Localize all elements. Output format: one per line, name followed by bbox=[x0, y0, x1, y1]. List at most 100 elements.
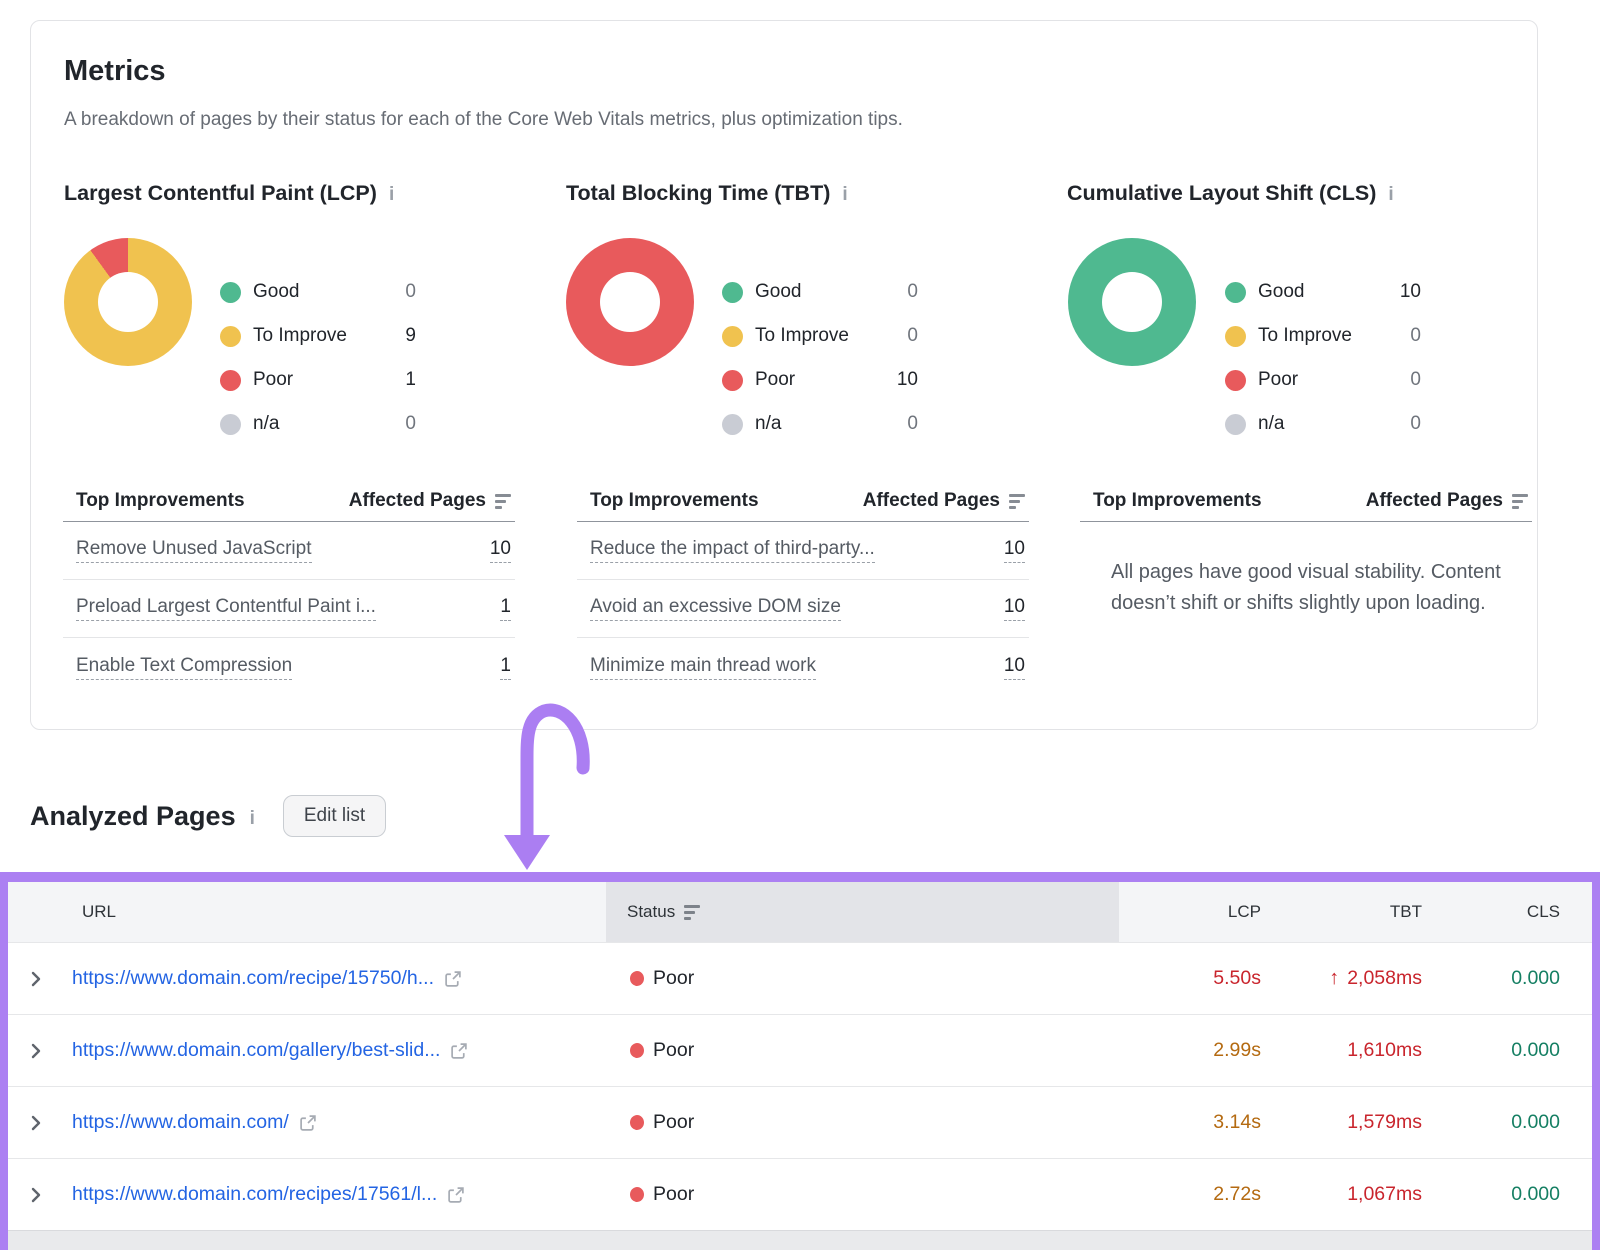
expand-chevron-icon[interactable] bbox=[30, 1185, 42, 1205]
legend-label: Poor bbox=[1258, 369, 1298, 391]
url-cell: https://www.domain.com/ bbox=[8, 1087, 606, 1158]
lcp-cell: 2.99s bbox=[1119, 1015, 1275, 1086]
info-icon[interactable]: i bbox=[842, 184, 847, 206]
na-dot-icon bbox=[220, 414, 241, 435]
improvement-row: Enable Text Compression 1 bbox=[63, 638, 515, 696]
expand-chevron-icon[interactable] bbox=[30, 969, 42, 989]
poor-status-dot-icon bbox=[630, 1115, 644, 1130]
table-row: https://www.domain.com/recipe/15750/h...… bbox=[8, 942, 1592, 1014]
legend-count: 10 bbox=[897, 369, 918, 391]
affected-count-link[interactable]: 10 bbox=[1004, 538, 1025, 563]
affected-count-link[interactable]: 10 bbox=[1004, 655, 1025, 680]
legend-label: To Improve bbox=[253, 325, 347, 347]
page-url-link[interactable]: https://www.domain.com/recipes/17561/l..… bbox=[72, 1183, 437, 1206]
good-dot-icon bbox=[722, 282, 743, 303]
cls-donut-chart bbox=[1068, 238, 1196, 366]
edit-list-button[interactable]: Edit list bbox=[283, 795, 386, 837]
legend-row-na: n/a0 bbox=[220, 402, 416, 446]
info-icon[interactable]: i bbox=[250, 808, 255, 830]
sort-desc-icon bbox=[684, 905, 700, 920]
improvement-row: Preload Largest Contentful Paint i... 1 bbox=[63, 580, 515, 638]
page-url-link[interactable]: https://www.domain.com/ bbox=[72, 1111, 289, 1134]
tbt-legend: Good0 To Improve 0 Poor 10 n/a 0 bbox=[722, 270, 918, 446]
external-link-icon[interactable] bbox=[447, 1186, 465, 1204]
poor-status-dot-icon bbox=[630, 971, 644, 986]
affected-pages-label: Affected Pages bbox=[349, 490, 486, 512]
improvement-link[interactable]: Preload Largest Contentful Paint i... bbox=[76, 596, 376, 621]
lcp-improvements: Top Improvements Affected Pages Remove U… bbox=[63, 481, 515, 696]
affected-count-link[interactable]: 1 bbox=[500, 596, 511, 621]
affected-pages-label: Affected Pages bbox=[1366, 490, 1503, 512]
affected-pages-sort[interactable]: Affected Pages bbox=[1366, 490, 1528, 512]
status-column-header[interactable]: Status bbox=[606, 882, 1119, 942]
expand-chevron-icon[interactable] bbox=[30, 1113, 42, 1133]
core-web-vitals-page: Metrics A breakdown of pages by their st… bbox=[0, 0, 1600, 1250]
expand-chevron-icon[interactable] bbox=[30, 1041, 42, 1061]
status-cell: Poor bbox=[606, 943, 1119, 1014]
external-link-icon[interactable] bbox=[444, 970, 462, 988]
improvement-row: Remove Unused JavaScript 10 bbox=[63, 522, 515, 580]
status-cell: Poor bbox=[606, 1159, 1119, 1230]
tbt-cell: ↑1,610ms bbox=[1275, 1015, 1436, 1086]
improvement-link[interactable]: Remove Unused JavaScript bbox=[76, 538, 312, 563]
tbt-improvements: Top Improvements Affected Pages Reduce t… bbox=[577, 481, 1029, 696]
lcp-column-header: LCP bbox=[1119, 882, 1275, 942]
status-text: Poor bbox=[653, 1111, 694, 1134]
legend-row-poor: Poor 10 bbox=[722, 358, 918, 402]
legend-label: Good bbox=[1258, 281, 1304, 303]
url-column-header: URL bbox=[8, 882, 606, 942]
affected-count-link[interactable]: 1 bbox=[500, 655, 511, 680]
lcp-legend: Good0 To Improve9 Poor1 n/a0 bbox=[220, 270, 416, 446]
improvement-link[interactable]: Avoid an excessive DOM size bbox=[590, 596, 841, 621]
cls-metric-title: Cumulative Layout Shift (CLS)i bbox=[1067, 181, 1394, 206]
page-url-link[interactable]: https://www.domain.com/gallery/best-slid… bbox=[72, 1039, 440, 1062]
table-scroll-strip[interactable] bbox=[8, 1230, 1592, 1250]
status-text: Poor bbox=[653, 967, 694, 990]
external-link-icon[interactable] bbox=[299, 1114, 317, 1132]
legend-label: n/a bbox=[253, 413, 279, 435]
top-improvements-label: Top Improvements bbox=[76, 490, 245, 512]
improvement-link[interactable]: Minimize main thread work bbox=[590, 655, 816, 680]
legend-count: 0 bbox=[907, 413, 918, 435]
improvement-link[interactable]: Enable Text Compression bbox=[76, 655, 292, 680]
improvement-row: Minimize main thread work 10 bbox=[577, 638, 1029, 696]
legend-label: To Improve bbox=[755, 325, 849, 347]
info-icon[interactable]: i bbox=[1388, 184, 1393, 206]
lcp-cell: 5.50s bbox=[1119, 943, 1275, 1014]
lcp-donut-chart bbox=[64, 238, 192, 366]
legend-label: Poor bbox=[755, 369, 795, 391]
cls-cell: 0.000 bbox=[1436, 1087, 1592, 1158]
cls-legend: Good10 To Improve0 Poor0 n/a0 bbox=[1225, 270, 1421, 446]
to-improve-dot-icon bbox=[1225, 326, 1246, 347]
legend-label: Poor bbox=[253, 369, 293, 391]
affected-pages-sort[interactable]: Affected Pages bbox=[349, 490, 511, 512]
legend-row-to-improve: To Improve0 bbox=[1225, 314, 1421, 358]
legend-count: 0 bbox=[1410, 413, 1421, 435]
affected-pages-sort[interactable]: Affected Pages bbox=[863, 490, 1025, 512]
improvement-link[interactable]: Reduce the impact of third-party... bbox=[590, 538, 875, 563]
good-dot-icon bbox=[1225, 282, 1246, 303]
na-dot-icon bbox=[722, 414, 743, 435]
table-row: https://www.domain.com/recipes/17561/l..… bbox=[8, 1158, 1592, 1230]
legend-count: 1 bbox=[405, 369, 416, 391]
info-icon[interactable]: i bbox=[389, 184, 394, 206]
poor-dot-icon bbox=[220, 370, 241, 391]
poor-dot-icon bbox=[722, 370, 743, 391]
sort-desc-icon bbox=[495, 494, 511, 509]
legend-row-good: Good0 bbox=[722, 270, 918, 314]
page-url-link[interactable]: https://www.domain.com/recipe/15750/h... bbox=[72, 967, 434, 990]
lcp-cell: 2.72s bbox=[1119, 1159, 1275, 1230]
tbt-donut-chart bbox=[566, 238, 694, 366]
legend-row-to-improve: To Improve 9 bbox=[220, 314, 416, 358]
legend-count: 9 bbox=[405, 325, 416, 347]
external-link-icon[interactable] bbox=[450, 1042, 468, 1060]
improvements-header: Top Improvements Affected Pages bbox=[577, 481, 1029, 521]
tbt-cell: ↑1,579ms bbox=[1275, 1087, 1436, 1158]
legend-count: 0 bbox=[907, 325, 918, 347]
legend-label: n/a bbox=[755, 413, 781, 435]
cls-cell: 0.000 bbox=[1436, 943, 1592, 1014]
cls-good-stability-note: All pages have good visual stability. Co… bbox=[1111, 557, 1563, 619]
tbt-cell: ↑2,058ms bbox=[1275, 943, 1436, 1014]
affected-count-link[interactable]: 10 bbox=[490, 538, 511, 563]
affected-count-link[interactable]: 10 bbox=[1004, 596, 1025, 621]
